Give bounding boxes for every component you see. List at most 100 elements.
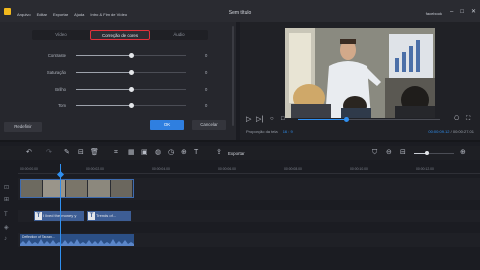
timecode: 00:00:09.12 / 00:00:27.01 — [428, 129, 474, 134]
fit-icon[interactable]: ⊟ — [400, 149, 406, 157]
aspect-ratio: Proporção da tela 16 : 9 — [246, 129, 293, 134]
clip-thumbnail — [110, 180, 133, 197]
time-current: 00:00:09.12 — [428, 129, 450, 134]
video-scene-image — [285, 28, 435, 118]
slider-label: Tom — [58, 103, 66, 108]
mosaic-icon[interactable]: ▦ — [128, 149, 135, 157]
play-icon[interactable]: ▷ — [246, 116, 251, 123]
slider-value: 0 — [205, 103, 208, 108]
ruler-tick: 00:00:12.00 — [416, 167, 434, 171]
zoom-out-icon[interactable]: ⊖ — [386, 149, 392, 157]
tab-color-correction[interactable]: Correção de cores — [90, 30, 150, 40]
time-total: 00:00:27.01 — [452, 129, 474, 134]
filter-track-icon: ◈ — [4, 225, 9, 231]
step-forward-icon[interactable]: ▷| — [256, 116, 263, 123]
saturation-slider[interactable] — [76, 70, 186, 75]
timeline-toolbar: ↶ ↷ ✎ ⊟ 🗑 ⌗ ▦ ▣ ◍ ◷ ⊕ T ⇪ Exportar ⛉ ⊖ ⊟… — [0, 146, 480, 160]
slider-row-brightness: Brilho 0 — [0, 86, 236, 94]
color-icon[interactable]: ◍ — [155, 149, 161, 157]
playhead[interactable] — [60, 164, 61, 270]
close-icon[interactable]: ✕ — [471, 9, 476, 15]
text-tool-icon[interactable]: T — [194, 149, 198, 157]
stop-icon[interactable]: ○ — [270, 116, 274, 123]
slider-label: Contraste — [47, 53, 66, 58]
window-title: Sem título — [228, 10, 252, 16]
playback-controls: ▷ ▷| ○ □ ⎔ ⛶ — [240, 114, 480, 128]
slider-thumb[interactable] — [128, 87, 134, 92]
video-frame[interactable] — [285, 28, 435, 118]
ruler-tick: 00:00:10.00 — [350, 167, 368, 171]
account-label[interactable]: facebook — [426, 11, 442, 16]
shield-icon[interactable]: ⛉ — [372, 149, 377, 157]
music-track-icon: ♪ — [4, 236, 7, 242]
slider-thumb[interactable] — [128, 53, 134, 58]
cancel-button[interactable]: Cancelar — [192, 120, 226, 130]
tab-audio[interactable]: Áudio — [150, 30, 208, 40]
ruler-tick: 00:00:06.00 — [218, 167, 236, 171]
slider-label: Saturação — [46, 70, 66, 75]
panel-scrollbar[interactable] — [232, 26, 234, 126]
hue-slider[interactable] — [76, 103, 186, 108]
slider-thumb[interactable] — [128, 103, 134, 108]
contrast-slider[interactable] — [76, 53, 186, 58]
fullscreen-icon[interactable]: ⛶ — [466, 116, 470, 123]
slider-fill — [76, 105, 131, 107]
ruler-tick: 00:00:04.00 — [152, 167, 170, 171]
export-button[interactable]: Exportar — [228, 151, 245, 156]
slider-value: 0 — [205, 53, 208, 58]
snapshot-icon[interactable]: ⎔ — [454, 116, 459, 123]
slider-row-hue: Tom 0 — [0, 102, 236, 110]
time-ruler[interactable]: 00:00:00.00 00:00:02.00 00:00:04.00 00:0… — [18, 164, 480, 174]
seek-thumb[interactable] — [343, 117, 349, 122]
zoom-in-icon[interactable]: ⊕ — [460, 149, 466, 157]
aspect-value[interactable]: 16 : 9 — [283, 129, 293, 134]
track-icons: ⊡ ⊞ T ◈ ♪ — [0, 176, 18, 270]
minimize-icon[interactable]: – — [450, 9, 453, 15]
clip-thumbnail — [88, 180, 111, 197]
ruler-tick: 00:00:00.00 — [20, 167, 38, 171]
pip-track-icon: ⊞ — [4, 197, 10, 203]
slider-label: Brilho — [55, 87, 66, 92]
slider-value: 0 — [205, 70, 208, 75]
title-bar: Arquivo Editar Exportar Ajuda Intro & Fi… — [0, 0, 480, 22]
clip-thumbnail — [43, 180, 66, 197]
slider-row-saturation: Saturação 0 — [0, 69, 236, 77]
panel-tabs: Vídeo Correção de cores Áudio — [32, 30, 208, 40]
audio-clip[interactable]: Deflection of Tarzan... — [20, 234, 134, 246]
slider-fill — [76, 89, 131, 91]
maximize-icon[interactable]: □ — [460, 9, 464, 15]
video-clip[interactable] — [20, 179, 134, 198]
redo-icon[interactable]: ↷ — [46, 149, 52, 157]
aspect-label: Proporção da tela — [246, 129, 278, 134]
seek-bar[interactable] — [298, 117, 440, 122]
seek-fill — [298, 119, 347, 121]
text-clip[interactable]: T Trends of... — [87, 211, 131, 221]
zoom-slider[interactable] — [414, 151, 454, 156]
undo-icon[interactable]: ↶ — [26, 149, 32, 157]
clip-thumbnail — [65, 180, 89, 197]
stop-square-icon[interactable]: □ — [281, 116, 285, 123]
slider-value: 0 — [205, 87, 208, 92]
crop-icon[interactable]: ⌗ — [114, 149, 118, 157]
text-clip[interactable]: T I lived the money y — [34, 211, 84, 221]
reset-button[interactable]: Redefinir — [4, 122, 42, 132]
ruler-tick: 00:00:08.00 — [284, 167, 302, 171]
clip-thumbnail — [21, 180, 44, 197]
zoom-thumb[interactable] — [424, 151, 429, 156]
tab-video[interactable]: Vídeo — [32, 30, 90, 40]
delete-icon[interactable]: 🗑 — [90, 149, 99, 157]
brightness-slider[interactable] — [76, 87, 186, 92]
slider-thumb[interactable] — [128, 70, 134, 75]
export-icon[interactable]: ⇪ — [216, 149, 222, 157]
slider-fill — [76, 72, 131, 74]
edit-icon[interactable]: ✎ — [64, 149, 70, 157]
text-clip-icon: T — [88, 212, 95, 220]
freeze-icon[interactable]: ▣ — [141, 149, 148, 157]
window-controls: – □ ✕ — [450, 9, 476, 15]
ruler-tick: 00:00:02.00 — [86, 167, 104, 171]
voiceover-icon[interactable]: ⊕ — [181, 149, 187, 157]
adjustment-panel: Vídeo Correção de cores Áudio Contraste … — [0, 22, 236, 140]
split-icon[interactable]: ⊟ — [78, 149, 84, 157]
speed-icon[interactable]: ◷ — [168, 149, 174, 157]
ok-button[interactable]: OK — [150, 120, 184, 130]
